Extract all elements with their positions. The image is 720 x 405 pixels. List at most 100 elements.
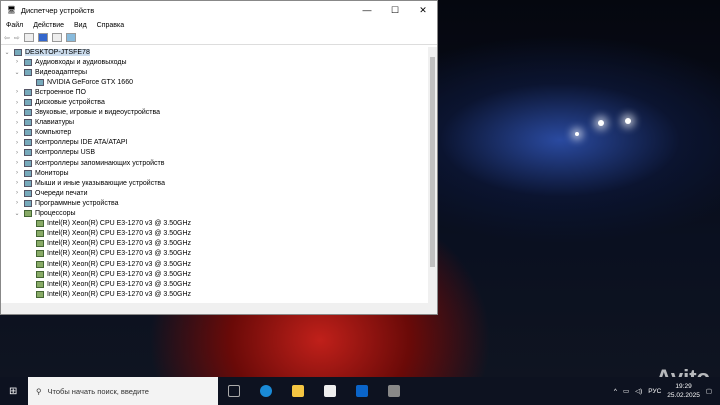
expand-icon[interactable]: › <box>13 89 21 95</box>
device-icon <box>36 220 44 228</box>
tree-label: Дисковые устройства <box>35 99 105 107</box>
tree-device[interactable]: Intel(R) Xeon(R) CPU E3-1270 v3 @ 3.50GH… <box>1 219 429 229</box>
tree-category[interactable]: › Очереди печати <box>1 188 429 198</box>
menu-item[interactable]: Файл <box>6 22 23 29</box>
tree-category[interactable]: › Мониторы <box>1 168 429 178</box>
tree-label: Intel(R) Xeon(R) CPU E3-1270 v3 @ 3.50GH… <box>47 220 192 228</box>
expand-icon[interactable]: › <box>13 150 21 156</box>
expand-icon[interactable]: › <box>13 180 21 186</box>
start-button[interactable]: ⊞ <box>9 386 17 397</box>
tree-category[interactable]: › Контроллеры запоминающих устройств <box>1 158 429 168</box>
collapse-icon[interactable]: ⌄ <box>13 210 21 217</box>
device-icon <box>24 88 32 96</box>
volume-icon[interactable]: ◁) <box>635 387 642 395</box>
taskbar: ⊞ ⚲ Чтобы начать поиск, введите ^ ▭ ◁) Р… <box>0 377 720 405</box>
tree-label: Контроллеры запоминающих устройств <box>35 159 165 167</box>
tree-label: Intel(R) Xeon(R) CPU E3-1270 v3 @ 3.50GH… <box>47 280 192 288</box>
expand-icon[interactable]: › <box>13 130 21 136</box>
properties-icon[interactable] <box>23 33 34 42</box>
scan-hardware-icon[interactable] <box>65 33 76 42</box>
close-button[interactable]: ✕ <box>409 5 437 16</box>
device-manager-taskbar-icon[interactable] <box>388 385 400 397</box>
tree-category[interactable]: › Мыши и иные указывающие устройства <box>1 178 429 188</box>
tree-label: Встроенное ПО <box>35 88 86 96</box>
collapse-icon[interactable]: ⌄ <box>13 69 21 76</box>
scrollbar-thumb[interactable] <box>430 57 435 267</box>
tree-category[interactable]: › Клавиатуры <box>1 118 429 128</box>
menu-item[interactable]: Вид <box>74 22 87 29</box>
horizontal-scrollbar[interactable] <box>1 303 437 314</box>
tree-device[interactable]: Intel(R) Xeon(R) CPU E3-1270 v3 @ 3.50GH… <box>1 259 429 269</box>
back-icon[interactable]: ⇦ <box>4 34 10 42</box>
device-icon <box>36 290 44 298</box>
task-view-icon[interactable] <box>228 385 240 397</box>
tree-label: Процессоры <box>35 210 76 218</box>
minimize-button[interactable]: — <box>353 5 381 16</box>
tree-category[interactable]: › Контроллеры USB <box>1 148 429 158</box>
device-icon <box>36 270 44 278</box>
network-icon[interactable]: ▭ <box>623 387 629 395</box>
expand-icon[interactable]: › <box>13 200 21 206</box>
device-icon <box>36 78 44 86</box>
tree-category[interactable]: › Компьютер <box>1 128 429 138</box>
expand-icon[interactable]: › <box>13 120 21 126</box>
expand-icon[interactable]: › <box>13 170 21 176</box>
tree-category[interactable]: › Встроенное ПО <box>1 87 429 97</box>
file-explorer-icon[interactable] <box>292 385 304 397</box>
tree-device[interactable]: Intel(R) Xeon(R) CPU E3-1270 v3 @ 3.50GH… <box>1 269 429 279</box>
device-icon <box>36 250 44 258</box>
device-icon <box>36 240 44 248</box>
menu-item[interactable]: Справка <box>97 22 124 29</box>
menu-item[interactable]: Действие <box>33 22 64 29</box>
help-icon[interactable] <box>37 33 48 42</box>
outlook-icon[interactable] <box>356 385 368 397</box>
maximize-button[interactable]: ☐ <box>381 5 409 16</box>
update-driver-icon[interactable] <box>51 33 62 42</box>
title-bar[interactable]: 🖥 Диспетчер устройств — ☐ ✕ <box>1 1 437 19</box>
expand-icon[interactable]: › <box>13 100 21 106</box>
tree-category[interactable]: › Программные устройства <box>1 198 429 208</box>
notifications-icon[interactable]: ▢ <box>706 387 712 395</box>
expand-icon[interactable]: › <box>13 190 21 196</box>
tree-device[interactable]: Intel(R) Xeon(R) CPU E3-1270 v3 @ 3.50GH… <box>1 249 429 259</box>
device-icon <box>24 179 32 187</box>
tree-label: Intel(R) Xeon(R) CPU E3-1270 v3 @ 3.50GH… <box>47 260 192 268</box>
tree-category[interactable]: › Аудиовходы и аудиовыходы <box>1 57 429 67</box>
tree-root[interactable]: ⌄ DESKTOP-JTSFE78 <box>1 47 429 57</box>
clock[interactable]: 19:29 25.02.2025 <box>667 382 700 400</box>
collapse-icon[interactable]: ⌄ <box>3 49 11 56</box>
search-box[interactable]: ⚲ Чтобы начать поиск, введите <box>28 377 218 405</box>
device-icon <box>36 230 44 238</box>
tree-label: Видеоадаптеры <box>35 68 88 76</box>
tree-category[interactable]: › Дисковые устройства <box>1 97 429 107</box>
toolbar: ⇦ ⇨ <box>1 31 437 45</box>
tree-category[interactable]: ⌄ Процессоры <box>1 209 429 219</box>
expand-icon[interactable]: › <box>13 59 21 65</box>
tree-device[interactable]: Intel(R) Xeon(R) CPU E3-1270 v3 @ 3.50GH… <box>1 289 429 299</box>
tree-label: Intel(R) Xeon(R) CPU E3-1270 v3 @ 3.50GH… <box>47 240 192 248</box>
language-indicator[interactable]: РУС <box>648 388 661 395</box>
tree-category[interactable]: › Контроллеры IDE ATA/ATAPI <box>1 138 429 148</box>
device-icon <box>24 159 32 167</box>
device-icon <box>24 129 32 137</box>
tree-category[interactable]: › Звуковые, игровые и видеоустройства <box>1 108 429 118</box>
street-light <box>598 120 604 126</box>
expand-icon[interactable]: › <box>13 140 21 146</box>
time: 19:29 <box>675 383 692 390</box>
edge-icon[interactable] <box>260 385 272 397</box>
street-light <box>575 132 579 136</box>
tree-device[interactable]: Intel(R) Xeon(R) CPU E3-1270 v3 @ 3.50GH… <box>1 229 429 239</box>
store-icon[interactable] <box>324 385 336 397</box>
device-icon <box>24 210 32 218</box>
tree-device[interactable]: Intel(R) Xeon(R) CPU E3-1270 v3 @ 3.50GH… <box>1 239 429 249</box>
tree-label: Intel(R) Xeon(R) CPU E3-1270 v3 @ 3.50GH… <box>47 270 192 278</box>
chevron-up-icon[interactable]: ^ <box>614 388 617 395</box>
tree-device[interactable]: Intel(R) Xeon(R) CPU E3-1270 v3 @ 3.50GH… <box>1 279 429 289</box>
tree-category[interactable]: ⌄ Видеоадаптеры <box>1 67 429 77</box>
device-icon <box>24 68 32 76</box>
forward-icon[interactable]: ⇨ <box>14 34 20 42</box>
expand-icon[interactable]: › <box>13 160 21 166</box>
tree-device[interactable]: NVIDIA GeForce GTX 1660 <box>1 77 429 87</box>
vertical-scrollbar[interactable] <box>428 47 437 305</box>
expand-icon[interactable]: › <box>13 110 21 116</box>
